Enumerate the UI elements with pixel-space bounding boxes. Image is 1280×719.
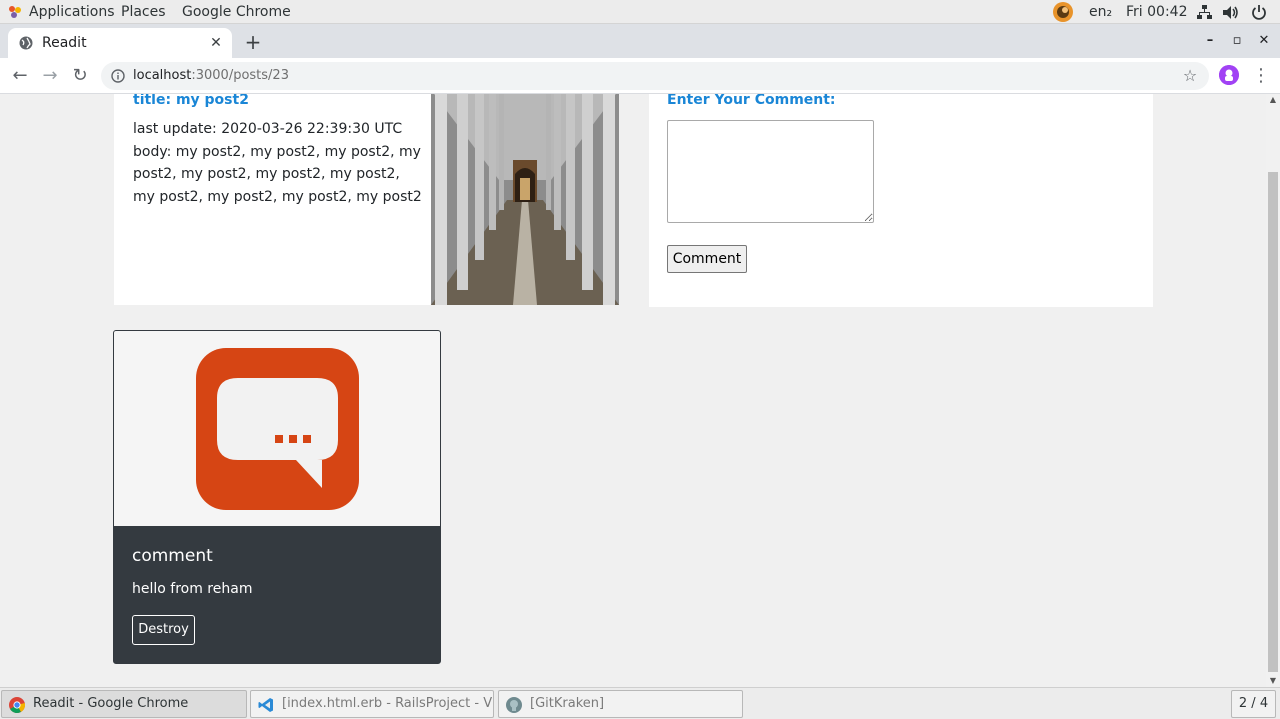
- applications-menu[interactable]: Applications: [29, 0, 115, 24]
- tab-close-icon[interactable]: ✕: [208, 35, 224, 51]
- volume-icon[interactable]: [1223, 5, 1239, 20]
- places-menu[interactable]: Places: [121, 0, 166, 24]
- page-viewport: title: my post2 last update: 2020-03-26 …: [0, 94, 1266, 687]
- new-tab-icon[interactable]: +: [243, 32, 263, 52]
- profile-avatar-icon[interactable]: [1219, 65, 1239, 85]
- chrome-icon: [9, 697, 25, 713]
- post-body-text: body: my post2, my post2, my post2, my p…: [133, 143, 422, 205]
- reload-icon[interactable]: ↻: [68, 64, 92, 88]
- network-icon[interactable]: [1197, 5, 1212, 20]
- taskbar-item-vscode[interactable]: [index.html.erb - RailsProject - Visual.…: [250, 690, 494, 718]
- taskbar-item-label: Readit - Google Chrome: [33, 696, 189, 711]
- chrome-menu-icon[interactable]: ⋮: [1252, 64, 1270, 88]
- url-text[interactable]: localhost:3000/posts/23: [133, 62, 289, 90]
- comment-submit-button[interactable]: Comment: [667, 245, 747, 273]
- vscode-icon: [258, 698, 273, 712]
- url-path: :3000/posts/23: [191, 68, 289, 83]
- workspace-switcher[interactable]: 2 / 4: [1231, 690, 1276, 718]
- gitkraken-icon: [506, 697, 522, 713]
- applications-icon: [9, 6, 21, 18]
- power-icon[interactable]: [1251, 4, 1267, 20]
- tab-strip: Readit ✕ + – ▫ ✕: [0, 24, 1280, 58]
- address-bar[interactable]: localhost:3000/posts/23 ☆: [101, 62, 1209, 90]
- page-scrollbar[interactable]: ▲ ▼: [1266, 94, 1280, 687]
- forward-icon[interactable]: →: [38, 64, 62, 88]
- url-host: localhost: [133, 68, 192, 83]
- taskbar-item-gitkraken[interactable]: [GitKraken]: [498, 690, 743, 718]
- tab-readit[interactable]: Readit ✕: [8, 28, 232, 58]
- app-menu[interactable]: Google Chrome: [182, 0, 291, 24]
- post-image-colonnade: [431, 94, 619, 305]
- post-last-update: last update: 2020-03-26 22:39:30 UTC: [133, 121, 403, 137]
- back-icon[interactable]: ←: [8, 64, 32, 88]
- comment-form: Enter Your Comment: Comment: [649, 94, 1153, 307]
- chat-bubble-icon: [196, 348, 359, 510]
- maximize-icon[interactable]: ▫: [1229, 32, 1245, 50]
- info-icon[interactable]: [111, 69, 125, 83]
- system-top-bar: Applications Places Google Chrome en₂ Fr…: [0, 0, 1280, 24]
- comment-card: comment hello from reham Destroy: [113, 330, 441, 664]
- window-close-icon[interactable]: ✕: [1256, 32, 1272, 50]
- bookmark-star-icon[interactable]: ☆: [1181, 67, 1199, 85]
- post-title: title: my post2: [133, 94, 249, 108]
- taskbar: Readit - Google Chrome [index.html.erb -…: [0, 687, 1280, 719]
- taskbar-item-chrome[interactable]: Readit - Google Chrome: [1, 690, 247, 718]
- keyboard-layout[interactable]: en₂: [1089, 0, 1112, 24]
- comment-textarea[interactable]: [667, 120, 874, 223]
- taskbar-item-label: [GitKraken]: [530, 696, 605, 711]
- globe-icon: [19, 36, 33, 50]
- post-card: title: my post2 last update: 2020-03-26 …: [114, 94, 619, 305]
- scrollbar-thumb[interactable]: [1268, 172, 1278, 672]
- scroll-down-icon[interactable]: ▼: [1269, 677, 1277, 685]
- comment-image-area: [114, 331, 440, 526]
- clock[interactable]: Fri 00:42: [1126, 0, 1187, 24]
- comment-title: comment: [132, 546, 213, 566]
- tab-title: Readit: [42, 35, 87, 51]
- comment-label: Enter Your Comment:: [667, 94, 836, 108]
- destroy-button[interactable]: Destroy: [132, 615, 195, 645]
- post-content: last update: 2020-03-26 22:39:30 UTC bod…: [133, 118, 423, 208]
- scroll-up-icon[interactable]: ▲: [1269, 96, 1277, 104]
- taskbar-item-label: [index.html.erb - RailsProject - Visual.…: [282, 696, 493, 711]
- browser-toolbar: ← → ↻ localhost:3000/posts/23 ☆ ⋮: [0, 58, 1280, 94]
- tray-app-icon[interactable]: [1052, 1, 1074, 23]
- comment-text: hello from reham: [132, 581, 253, 597]
- minimize-icon[interactable]: –: [1202, 32, 1218, 50]
